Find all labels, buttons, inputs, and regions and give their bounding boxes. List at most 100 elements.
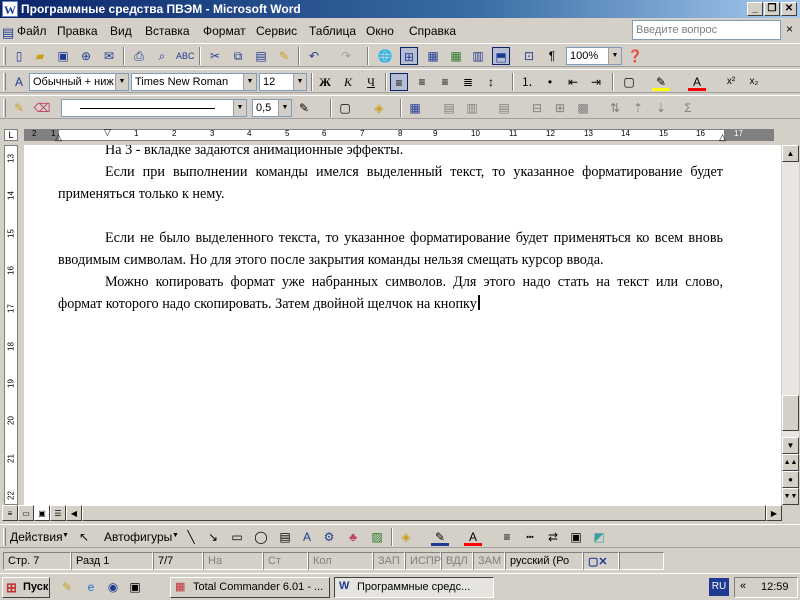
copy-icon[interactable]: ⧉ xyxy=(229,47,247,65)
insert-excel-icon[interactable]: ▦ xyxy=(447,47,465,65)
document-page[interactable]: На 3 - вкладке задаются анимационные эфф… xyxy=(24,145,781,505)
document-text[interactable]: На 3 - вкладке задаются анимационные эфф… xyxy=(58,145,723,315)
normal-view-icon[interactable]: ≡ xyxy=(2,505,18,521)
horizontal-ruler[interactable]: 1 2 1 2 3 4 5 6 7 8 9 10 11 12 13 14 15 … xyxy=(24,127,774,143)
help-icon[interactable]: ❓ xyxy=(626,47,644,65)
spelling-icon[interactable]: ABC xyxy=(176,47,195,65)
underline-icon[interactable]: Ч xyxy=(362,73,380,91)
split-cells-icon[interactable]: ▥ xyxy=(463,99,481,117)
menu-view[interactable]: Вид xyxy=(110,24,132,38)
hyperlink-icon[interactable]: 🌐 xyxy=(376,47,394,65)
columns-icon[interactable]: ▥ xyxy=(469,47,487,65)
status-language[interactable]: русский (Ро xyxy=(505,552,583,570)
new-document-icon[interactable]: ▯ xyxy=(10,47,28,65)
previous-page-icon[interactable]: ▲▲ xyxy=(782,454,799,471)
quicklaunch-explorer-icon[interactable]: ✎ xyxy=(58,578,76,596)
arrow-style-icon[interactable]: ⇄ xyxy=(544,528,562,546)
highlight-icon[interactable]: ✎ xyxy=(652,73,670,91)
merge-cells-icon[interactable]: ▤ xyxy=(440,99,458,117)
align-left-icon[interactable]: ≡ xyxy=(390,73,408,91)
3d-style-icon[interactable]: ◩ xyxy=(590,528,608,546)
tray-expand-icon[interactable]: « xyxy=(740,580,746,592)
font-select[interactable]: Times New Roman ▼ xyxy=(131,73,257,91)
table-autoformat-icon[interactable]: ▩ xyxy=(574,99,592,117)
italic-icon[interactable]: К xyxy=(339,73,357,91)
horizontal-scroll-thumb[interactable] xyxy=(82,505,766,521)
styles-pane-icon[interactable]: A xyxy=(10,73,28,91)
redo-icon[interactable]: ↷ xyxy=(337,47,355,65)
paste-icon[interactable]: ▤ xyxy=(252,47,270,65)
bullets-icon[interactable]: • xyxy=(541,73,559,91)
cut-icon[interactable]: ✂ xyxy=(206,47,224,65)
justify-icon[interactable]: ≣ xyxy=(459,73,477,91)
scroll-down-icon[interactable]: ▼ xyxy=(782,437,799,454)
scroll-left-icon[interactable]: ◀ xyxy=(66,505,82,521)
print-preview-icon[interactable]: ⌕ xyxy=(153,47,171,65)
line-color-icon[interactable]: ✎ xyxy=(431,528,449,546)
tab-selector[interactable]: L xyxy=(4,129,18,141)
print-layout-view-icon[interactable]: ▣ xyxy=(34,505,50,521)
sort-ascending-icon[interactable]: ⇡ xyxy=(629,99,647,117)
line-weight-select[interactable]: 0,5 ▼ xyxy=(252,99,292,117)
language-indicator[interactable]: RU xyxy=(709,578,729,596)
maximize-button[interactable]: ❐ xyxy=(764,2,780,16)
quicklaunch-outlook-icon[interactable]: ◉ xyxy=(104,578,122,596)
drawing-font-color-icon[interactable]: A xyxy=(464,528,482,546)
minimize-button[interactable]: _ xyxy=(747,2,763,16)
shading-color-icon[interactable]: ◈ xyxy=(370,99,388,117)
word-app-icon[interactable]: W xyxy=(2,1,18,17)
close-button[interactable]: ✕ xyxy=(781,2,797,16)
format-painter-icon[interactable]: ✎ xyxy=(275,47,293,65)
status-rec[interactable]: ЗАП xyxy=(373,552,405,570)
scroll-up-icon[interactable]: ▲ xyxy=(782,145,799,162)
tables-borders-icon[interactable]: ⊞ xyxy=(400,47,418,65)
align-cell-icon[interactable]: ▤ xyxy=(495,99,513,117)
status-overtype[interactable]: ЗАМ xyxy=(473,552,505,570)
ask-question-input[interactable]: Введите вопрос xyxy=(632,20,781,40)
document-icon[interactable]: ▤ xyxy=(2,25,14,41)
menu-window[interactable]: Окно xyxy=(366,24,394,38)
status-extend[interactable]: ВДЛ xyxy=(441,552,473,570)
autoshapes-menu[interactable]: Автофигуры xyxy=(104,530,172,544)
start-button[interactable]: ⊞ Пуск xyxy=(2,577,50,598)
menu-edit[interactable]: Правка xyxy=(57,24,98,38)
first-line-indent-marker[interactable]: ▽ xyxy=(104,127,111,138)
rectangle-icon[interactable]: ▭ xyxy=(228,528,246,546)
distribute-rows-icon[interactable]: ⊟ xyxy=(528,99,546,117)
borders-icon[interactable]: ▢ xyxy=(620,73,638,91)
quicklaunch-ie-icon[interactable]: e xyxy=(82,578,100,596)
eraser-icon[interactable]: ⌫ xyxy=(33,99,51,117)
select-objects-icon[interactable]: ↖ xyxy=(75,528,93,546)
actions-menu[interactable]: Действия xyxy=(10,530,63,544)
diagram-icon[interactable]: ⚙ xyxy=(320,528,338,546)
undo-icon[interactable]: ↶ xyxy=(305,47,323,65)
increase-indent-icon[interactable]: ⇥ xyxy=(587,73,605,91)
fill-color-icon[interactable]: ◈ xyxy=(397,528,415,546)
dash-style-icon[interactable]: ┅ xyxy=(521,528,539,546)
insert-picture-icon[interactable]: ▨ xyxy=(368,528,386,546)
oval-icon[interactable]: ◯ xyxy=(252,528,270,546)
drawing-icon[interactable]: ⬒ xyxy=(492,47,510,65)
left-indent-marker[interactable]: △ xyxy=(55,132,62,143)
superscript-icon[interactable]: x² xyxy=(722,73,740,91)
draw-table-pencil-icon[interactable]: ✎ xyxy=(10,99,28,117)
menu-format[interactable]: Формат xyxy=(203,24,246,38)
show-hide-icon[interactable]: ¶ xyxy=(543,47,561,65)
print-icon[interactable]: ⎙ xyxy=(130,47,148,65)
sort-descending-icon[interactable]: ⇣ xyxy=(652,99,670,117)
browse-object-icon[interactable]: ● xyxy=(782,471,799,488)
menu-tools[interactable]: Сервис xyxy=(256,24,297,38)
numbering-icon[interactable]: ⒈ xyxy=(518,73,536,91)
style-select[interactable]: Обычный + ниж ▼ xyxy=(29,73,129,91)
quicklaunch-desktop-icon[interactable]: ▣ xyxy=(126,578,144,596)
scroll-thumb[interactable] xyxy=(782,395,799,431)
save-icon[interactable]: ▣ xyxy=(54,47,72,65)
menu-table[interactable]: Таблица xyxy=(309,24,356,38)
document-map-icon[interactable]: ⊡ xyxy=(520,47,538,65)
font-color-icon[interactable]: A xyxy=(688,73,706,91)
task-total-commander[interactable]: ▦ Total Commander 6.01 - ... xyxy=(170,577,330,598)
right-indent-marker[interactable]: △ xyxy=(719,132,726,143)
close-document-icon[interactable]: × xyxy=(786,22,793,36)
font-size-select[interactable]: 12 ▼ xyxy=(259,73,307,91)
align-right-icon[interactable]: ≡ xyxy=(436,73,454,91)
